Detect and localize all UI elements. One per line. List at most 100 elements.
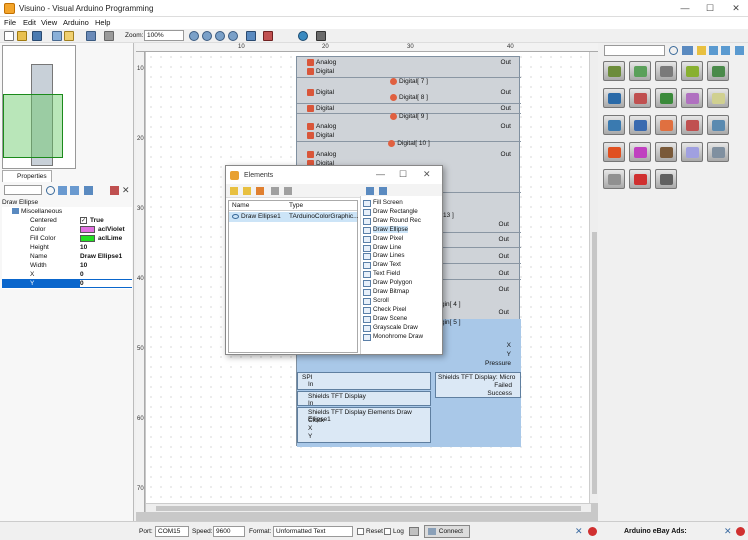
palette-button[interactable] xyxy=(707,115,729,135)
tab-properties[interactable]: Properties xyxy=(2,170,52,182)
palette-button[interactable] xyxy=(603,61,625,81)
tool-item[interactable]: Text Field xyxy=(373,270,400,277)
collapse-icon[interactable] xyxy=(709,46,718,55)
palette-button[interactable] xyxy=(655,142,677,162)
search-icon[interactable] xyxy=(46,186,55,195)
reset-checkbox[interactable] xyxy=(357,528,364,535)
draw-ellipse-block[interactable]: Shields TFT Display Elements Draw Ellips… xyxy=(297,407,431,443)
palette-button[interactable] xyxy=(655,169,677,189)
palette-search-input[interactable] xyxy=(604,45,665,56)
palette-button[interactable] xyxy=(681,88,703,108)
property-name-row[interactable]: Name Draw Ellipse1 xyxy=(2,252,132,261)
close-icon[interactable]: ✕ xyxy=(423,169,431,180)
palette-button[interactable] xyxy=(681,61,703,81)
sort-icon[interactable] xyxy=(735,46,744,55)
palette-button[interactable] xyxy=(629,169,651,189)
undo-icon[interactable] xyxy=(86,31,96,41)
compile-icon[interactable] xyxy=(246,31,256,41)
palette-button[interactable] xyxy=(603,142,625,162)
globe-icon[interactable] xyxy=(298,31,308,41)
maximize-icon[interactable]: ☐ xyxy=(399,169,407,180)
design-preview[interactable] xyxy=(2,45,76,169)
color-swatch[interactable] xyxy=(80,235,95,242)
close-icon[interactable]: ✕ xyxy=(122,186,131,195)
property-group-miscellaneous[interactable]: Miscellaneous xyxy=(2,207,132,216)
move-up-icon[interactable] xyxy=(271,187,279,195)
preview-viewport[interactable] xyxy=(3,94,63,158)
add-icon[interactable] xyxy=(230,187,238,195)
list-item[interactable]: Draw Ellipse1 TArduinoColorGraphic... xyxy=(229,212,359,222)
menu-edit[interactable]: Edit xyxy=(23,18,36,27)
menu-help[interactable]: Help xyxy=(95,18,110,27)
palette-button[interactable] xyxy=(629,88,651,108)
tft-micro-block[interactable]: Shields TFT Display: Micro Failed Succes… xyxy=(435,372,521,398)
camera-icon[interactable] xyxy=(316,31,326,41)
vertical-scrollbar[interactable] xyxy=(589,52,598,503)
tool-item[interactable]: Draw Text xyxy=(373,261,401,268)
search-icon[interactable] xyxy=(669,46,678,55)
property-width[interactable]: Width 10 xyxy=(2,261,132,270)
save-icon[interactable] xyxy=(32,31,42,41)
move-down-icon[interactable] xyxy=(284,187,292,195)
palette-button[interactable] xyxy=(603,115,625,135)
palette-button[interactable] xyxy=(603,169,625,189)
zoom-in-icon[interactable] xyxy=(189,31,199,41)
spi-block[interactable]: SPI In xyxy=(297,372,431,390)
horizontal-scrollbar[interactable] xyxy=(146,503,591,512)
palette-button[interactable] xyxy=(629,142,651,162)
palette-button[interactable] xyxy=(681,115,703,135)
zoom-fit-icon[interactable] xyxy=(215,31,225,41)
tft-display-block[interactable]: Shields TFT Display In xyxy=(297,391,431,407)
palette-button[interactable] xyxy=(707,142,729,162)
clear-icon[interactable] xyxy=(409,527,419,536)
maximize-button[interactable]: ☐ xyxy=(703,2,717,15)
property-fill-color[interactable]: Fill Color aclLime xyxy=(2,234,132,243)
delete-icon[interactable] xyxy=(256,187,264,195)
palette-button[interactable] xyxy=(629,61,651,81)
log-checkbox[interactable] xyxy=(384,528,391,535)
palette-button[interactable] xyxy=(629,115,651,135)
tool-item[interactable]: Draw Line xyxy=(373,244,401,251)
property-color[interactable]: Color aclViolet xyxy=(2,225,132,234)
color-swatch[interactable] xyxy=(80,226,95,233)
column-name[interactable]: Name xyxy=(232,202,249,209)
property-centered[interactable]: Centered ✓ True xyxy=(2,216,132,225)
property-value[interactable]: 0 xyxy=(80,280,132,287)
tool-item[interactable]: Check Pixel xyxy=(373,306,406,313)
speed-select[interactable]: 9600 xyxy=(213,526,245,537)
sort-icon[interactable] xyxy=(84,186,93,195)
properties-search-input[interactable] xyxy=(4,185,42,195)
collapse-icon[interactable] xyxy=(58,186,67,195)
menu-arduino[interactable]: Arduino xyxy=(63,18,89,27)
tool-item[interactable]: Draw Rectangle xyxy=(373,208,418,215)
settings-icon[interactable]: ✕ xyxy=(575,527,585,536)
property-height[interactable]: Height 10 xyxy=(2,243,132,252)
palette-button[interactable] xyxy=(655,88,677,108)
zoom-out-icon[interactable] xyxy=(202,31,212,41)
tool-item[interactable]: Draw Lines xyxy=(373,252,405,259)
pin-icon[interactable] xyxy=(110,186,119,195)
tool-item[interactable]: Draw Scene xyxy=(373,315,407,322)
redo-icon[interactable] xyxy=(104,31,114,41)
grid-icon[interactable] xyxy=(64,31,74,41)
stop-icon[interactable] xyxy=(588,527,597,536)
zoom-select[interactable]: 100% xyxy=(144,30,184,41)
tool-item[interactable]: Draw Round Rec xyxy=(373,217,421,224)
filter-icon[interactable] xyxy=(682,46,693,55)
tool-item[interactable]: Scroll xyxy=(373,297,389,304)
ads-stop-icon[interactable] xyxy=(736,527,745,536)
palette-button[interactable] xyxy=(655,61,677,81)
tool-item[interactable]: Draw Polygon xyxy=(373,279,412,286)
tool-item[interactable]: Draw Ellipse xyxy=(373,225,408,233)
property-x[interactable]: X 0 xyxy=(2,270,132,279)
elements-window[interactable]: Elements — ☐ ✕ Name Type Draw Ellipse1 T… xyxy=(225,165,443,355)
elements-title-bar[interactable]: Elements — ☐ ✕ xyxy=(226,166,442,184)
layout-icon[interactable] xyxy=(52,31,62,41)
menu-view[interactable]: View xyxy=(41,18,57,27)
minimize-button[interactable]: — xyxy=(678,2,692,15)
collapse-icon[interactable] xyxy=(366,187,374,195)
tool-item[interactable]: Draw Bitmap xyxy=(373,288,409,295)
expand-icon[interactable] xyxy=(379,187,387,195)
column-type[interactable]: Type xyxy=(289,202,303,209)
tool-item[interactable]: Monohrome Draw xyxy=(373,333,423,340)
